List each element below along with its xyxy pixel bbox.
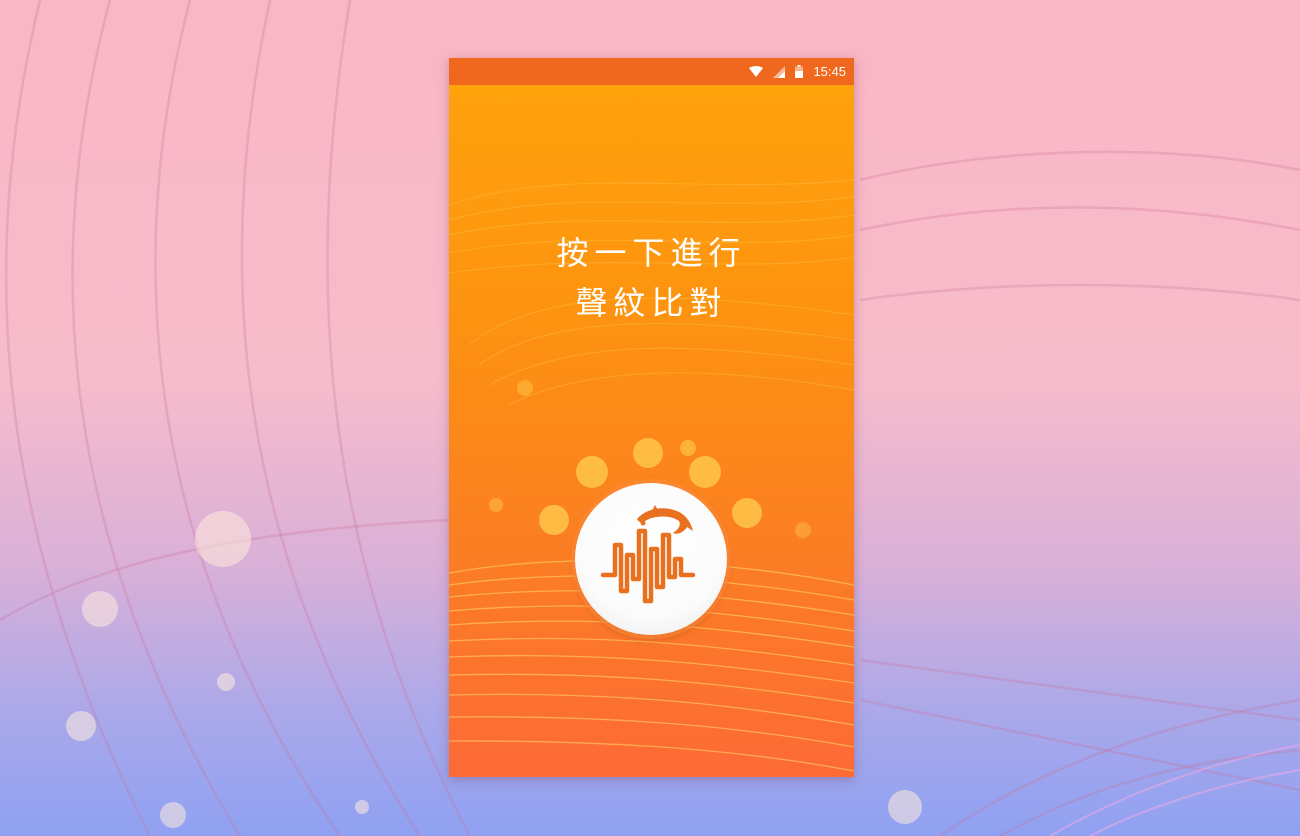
background-bubble [355,800,369,814]
decorative-dot [795,522,811,538]
background-bubble [195,511,251,567]
status-bar: 15:45 [449,58,854,85]
background-bubble [66,711,96,741]
background-bubble [217,673,235,691]
wifi-icon [749,65,764,77]
status-time: 15:45 [813,64,846,79]
signal-icon [773,65,786,78]
decorative-dot [633,438,663,468]
decorative-dot [517,380,533,396]
screen-wave-pattern [449,179,854,772]
prompt-line-2: 聲紋比對 [575,284,728,322]
voiceprint-match-button[interactable] [575,483,727,635]
decorative-dot [732,498,762,528]
prompt-line-1: 按一下進行 [556,234,747,272]
decorative-dot [680,440,696,456]
battery-icon [795,65,804,78]
decorative-dot [539,505,569,535]
background-bubble [160,802,186,828]
fingerprint-prompt: 按一下進行 聲紋比對 [449,228,854,328]
dolphin-soundwave-icon [600,505,696,604]
decorative-dot [489,498,503,512]
background-bubble [888,790,922,824]
phone-screen: 15:45 按一下進行 聲紋比對 [449,58,854,777]
background-bubble [82,591,118,627]
